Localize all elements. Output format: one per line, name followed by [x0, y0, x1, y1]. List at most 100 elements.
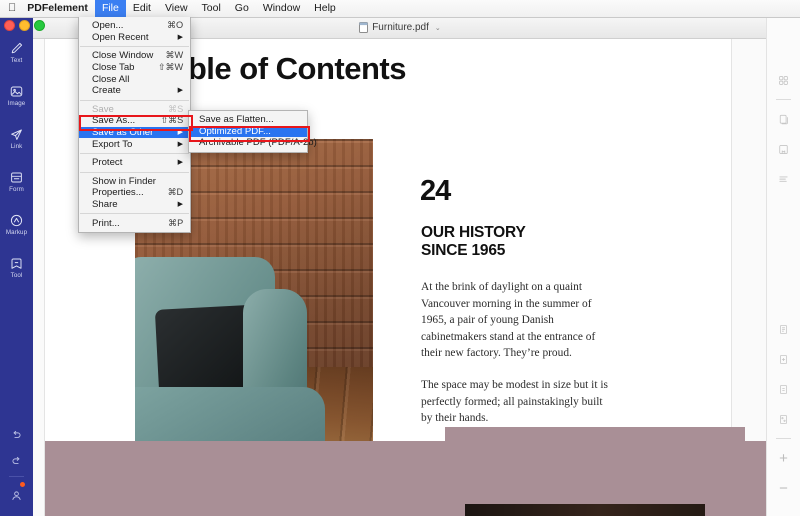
submenu-item-archivable-pdf[interactable]: Archivable PDF (PDF/A-2b)	[189, 137, 317, 149]
tool-form[interactable]: Form	[0, 160, 33, 203]
page-rotate-left-button[interactable]	[767, 314, 800, 344]
page-split-icon	[780, 414, 787, 424]
close-window-button[interactable]	[4, 20, 15, 31]
menu-item-export-to-label: Export To	[92, 138, 133, 150]
menu-item-show-in-finder[interactable]: Show in Finder	[79, 176, 190, 188]
system-menubar:  PDFelement File Edit View Tool Go Wind…	[0, 0, 800, 18]
menubar-item-view[interactable]: View	[158, 0, 195, 17]
menu-divider-2	[80, 99, 189, 101]
section-heading-line2: SINCE 1965	[421, 242, 506, 259]
minimize-window-button[interactable]	[19, 20, 30, 31]
tool-image[interactable]: Image	[0, 74, 33, 117]
menubar-item-file[interactable]: File	[94, 0, 126, 17]
menu-item-protect-label: Protect	[92, 157, 123, 169]
menu-item-close-window-label: Close Window	[92, 50, 154, 62]
bookmark-button[interactable]	[767, 134, 800, 164]
menu-item-close-tab[interactable]: Close Tab ⇧⌘W	[79, 62, 190, 74]
menu-item-protect[interactable]: Protect ▶	[79, 157, 190, 169]
menu-item-open[interactable]: Open... ⌘O	[79, 20, 190, 32]
menubar-item-window[interactable]: Window	[256, 0, 307, 17]
tool-link[interactable]: Link	[0, 117, 33, 160]
account-avatar-icon	[12, 490, 21, 500]
page-extract-button[interactable]	[767, 374, 800, 404]
submenu-arrow-icon: ▶	[177, 129, 183, 137]
submenu-item-optimized-pdf[interactable]: Optimized PDF...	[189, 125, 307, 138]
menu-item-show-in-finder-label: Show in Finder	[92, 175, 156, 187]
tool-image-label: Image	[7, 99, 26, 107]
redo-icon	[12, 456, 20, 464]
undo-button[interactable]	[0, 421, 33, 447]
right-panel-rail: + −	[766, 17, 800, 516]
tool-markup[interactable]: Markup	[0, 203, 33, 246]
menu-item-properties-shortcut: ⌘D	[167, 187, 184, 198]
tool-tool[interactable]: Tool	[0, 246, 33, 289]
left-tool-rail: Text Image Link Form Markup Tool	[0, 17, 33, 516]
page-rotate-right-button[interactable]	[767, 344, 800, 374]
comments-button[interactable]	[767, 164, 800, 194]
zoom-out-button[interactable]: −	[767, 473, 800, 503]
pages-button[interactable]	[767, 104, 800, 134]
body-text: At the brink of daylight on a quaint Van…	[421, 279, 613, 442]
account-button[interactable]	[0, 480, 33, 510]
menubar-app-name: PDFelement	[19, 2, 88, 14]
menu-item-save-as[interactable]: Save As... ⇧⌘S	[79, 115, 190, 127]
page-split-button[interactable]	[767, 404, 800, 434]
tool-form-label: Form	[9, 185, 24, 193]
tool-text[interactable]: Text	[0, 31, 33, 74]
submenu-arrow-icon: ▶	[177, 140, 183, 148]
menubar-item-tool[interactable]: Tool	[195, 0, 228, 17]
menu-item-share[interactable]: Share ▶	[79, 199, 190, 211]
menubar-item-help[interactable]: Help	[307, 0, 343, 17]
section-heading-line1: OUR HISTORY	[421, 224, 526, 241]
menu-divider-5	[80, 213, 189, 215]
markup-icon	[10, 214, 23, 226]
pen-icon	[11, 42, 23, 54]
submenu-arrow-icon: ▶	[177, 87, 183, 95]
redo-button[interactable]	[0, 447, 33, 473]
zoom-out-icon: −	[779, 479, 788, 497]
document-tab[interactable]: Furniture.pdf ⌄	[359, 22, 441, 33]
menu-item-print-label: Print...	[92, 217, 120, 229]
pdf-file-icon	[359, 22, 369, 33]
menu-item-save-as-other[interactable]: Save as Other ▶	[79, 126, 190, 139]
menu-item-share-label: Share	[92, 199, 118, 211]
right-rail-divider-2	[776, 438, 791, 439]
tool-text-label: Text	[10, 56, 23, 64]
left-rail-tools: Text Image Link Form Markup Tool	[0, 17, 33, 289]
menubar-item-edit[interactable]: Edit	[126, 0, 158, 17]
menu-item-open-label: Open...	[92, 20, 124, 32]
menu-item-save-as-label: Save As...	[92, 115, 136, 127]
menu-item-close-window[interactable]: Close Window ⌘W	[79, 50, 190, 62]
submenu-item-optimized-pdf-label: Optimized PDF...	[199, 125, 271, 137]
form-icon	[11, 172, 22, 183]
notification-badge-dot	[20, 482, 25, 487]
menu-item-create[interactable]: Create ▶	[79, 85, 190, 97]
menu-item-open-recent[interactable]: Open Recent ▶	[79, 32, 190, 44]
menu-item-close-all[interactable]: Close All	[79, 73, 190, 85]
menubar-item-go[interactable]: Go	[228, 0, 256, 17]
body-paragraph-1: At the brink of daylight on a quaint Van…	[421, 281, 596, 360]
window-controls	[4, 20, 45, 31]
menu-item-save-label: Save	[92, 103, 114, 115]
thumbnails-button[interactable]	[767, 65, 800, 95]
tool-markup-label: Markup	[5, 228, 28, 236]
menu-item-close-window-shortcut: ⌘W	[165, 50, 184, 61]
page-rotate-right-icon	[780, 354, 787, 364]
menu-item-export-to[interactable]: Export To ▶	[79, 138, 190, 150]
right-rail-gap	[767, 194, 800, 314]
submenu-item-archivable-pdf-label: Archivable PDF (PDF/A-2b)	[199, 137, 317, 149]
zoom-in-button[interactable]: +	[767, 443, 800, 473]
menu-item-print[interactable]: Print... ⌘P	[79, 217, 190, 229]
body-paragraph-2: The space may be modest in size but it i…	[421, 378, 608, 425]
menu-item-properties[interactable]: Properties... ⌘D	[79, 187, 190, 199]
apple-icon[interactable]: 	[0, 3, 25, 14]
page-extract-icon	[780, 384, 787, 394]
menu-item-print-shortcut: ⌘P	[168, 217, 183, 228]
maximize-window-button[interactable]	[34, 20, 45, 31]
page-number-label: 24	[420, 175, 451, 207]
chevron-down-icon[interactable]: ⌄	[435, 24, 441, 32]
menu-item-save-shortcut: ⌘S	[168, 103, 183, 114]
submenu-item-save-as-flatten[interactable]: Save as Flatten...	[189, 114, 307, 126]
menu-item-close-tab-shortcut: ⇧⌘W	[158, 62, 183, 73]
left-rail-bottom	[0, 421, 33, 510]
